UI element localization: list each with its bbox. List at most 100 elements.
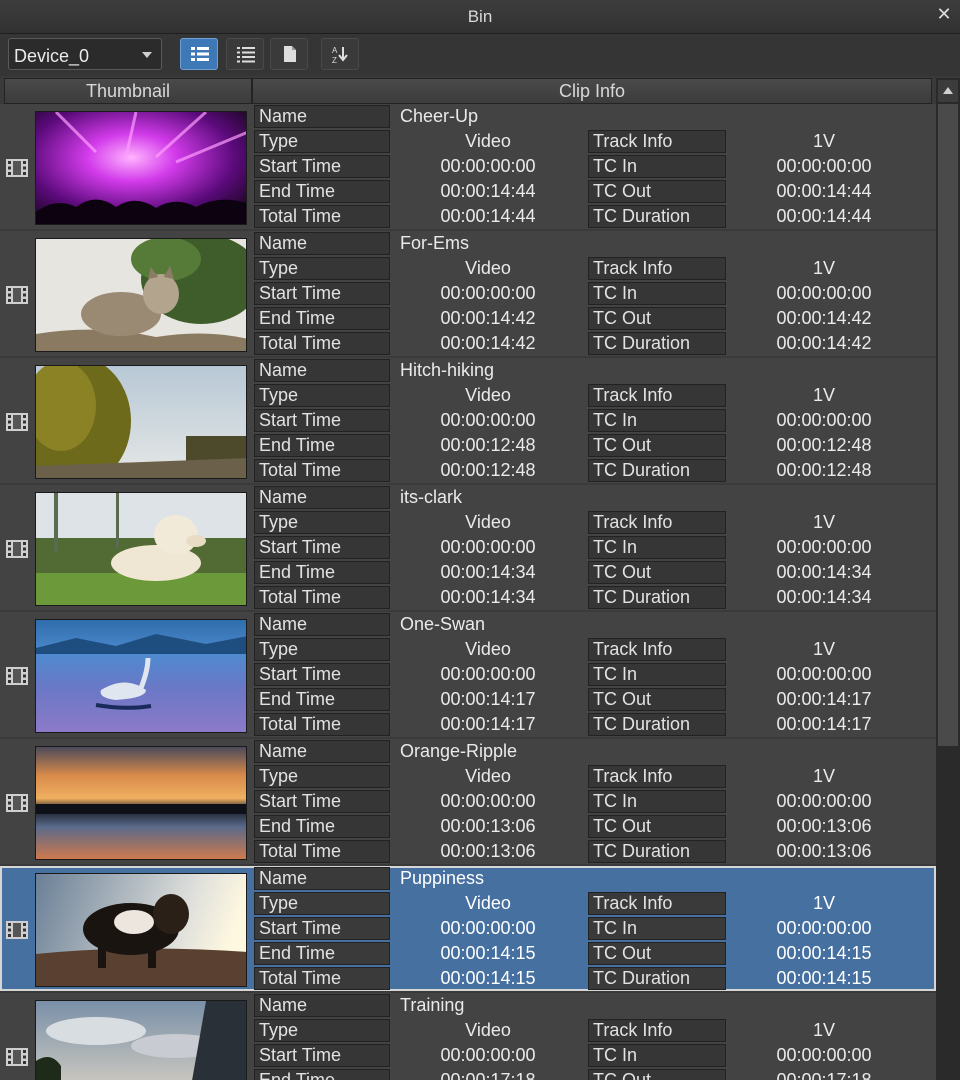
end-time-label: End Time [254, 942, 390, 965]
type-value: Video [465, 1020, 511, 1040]
clip-thumbnail[interactable] [35, 111, 247, 225]
device-dropdown-value: Device_0 [14, 46, 90, 66]
clip-row-6[interactable]: Name Type Start Time End Time Total Time… [0, 866, 936, 991]
clip-thumbnail[interactable] [35, 746, 247, 860]
film-clip-icon [6, 540, 28, 558]
end-time-value: 00:00:14:15 [440, 943, 536, 963]
name-label: Name [254, 105, 390, 128]
tc-duration-value: 00:00:12:48 [776, 460, 872, 480]
clip-thumbnail[interactable] [35, 873, 247, 987]
end-time-value: 00:00:17:18 [440, 1070, 536, 1080]
clip-name-value: One-Swan [400, 614, 486, 634]
name-label: Name [254, 740, 390, 763]
tc-in-value: 00:00:00:00 [776, 918, 872, 938]
clip-thumbnail[interactable] [35, 238, 247, 352]
clip-row-0[interactable]: Name Type Start Time End Time Total Time… [0, 104, 936, 229]
end-time-value: 00:00:14:17 [440, 689, 536, 709]
start-time-label: Start Time [254, 409, 390, 432]
clip-info-column-header[interactable]: Clip Info [252, 78, 932, 104]
document-view-button[interactable] [270, 38, 308, 70]
track-info-value: 1V [812, 1020, 836, 1040]
clip-thumbnail[interactable] [35, 619, 247, 733]
tc-duration-label: TC Duration [588, 586, 726, 609]
tc-duration-value: 00:00:14:17 [776, 714, 872, 734]
start-time-label: Start Time [254, 790, 390, 813]
film-clip-icon [6, 413, 28, 431]
name-label: Name [254, 232, 390, 255]
end-time-label: End Time [254, 1069, 390, 1080]
tc-in-value: 00:00:00:00 [776, 410, 872, 430]
start-time-value: 00:00:00:00 [440, 791, 536, 811]
start-time-value: 00:00:00:00 [440, 664, 536, 684]
sort-button[interactable]: A Z [321, 38, 359, 70]
total-time-label: Total Time [254, 967, 390, 990]
film-clip-icon [6, 286, 28, 304]
tc-in-label: TC In [588, 155, 726, 178]
type-value: Video [465, 893, 511, 913]
tc-duration-value: 00:00:14:44 [776, 206, 872, 226]
clip-info: Name Type Start Time End Time Total Time… [254, 740, 922, 864]
clip-info: Name Type Start Time End Time Total Time… [254, 867, 922, 991]
list-view-button[interactable] [226, 38, 264, 70]
scroll-up-icon[interactable] [938, 80, 958, 102]
tc-out-label: TC Out [588, 688, 726, 711]
tc-in-label: TC In [588, 536, 726, 559]
tc-duration-value: 00:00:14:42 [776, 333, 872, 353]
start-time-value: 00:00:00:00 [440, 283, 536, 303]
film-clip-icon [6, 1048, 28, 1066]
total-time-label: Total Time [254, 713, 390, 736]
end-time-label: End Time [254, 307, 390, 330]
clip-name-value: Cheer-Up [400, 106, 479, 126]
tc-in-label: TC In [588, 917, 726, 940]
tc-out-value: 00:00:13:06 [776, 816, 872, 836]
start-time-label: Start Time [254, 536, 390, 559]
clip-row-2[interactable]: Name Type Start Time End Time Total Time… [0, 358, 936, 483]
total-time-label: Total Time [254, 586, 390, 609]
detail-view-button[interactable] [180, 38, 218, 70]
clip-row-1[interactable]: Name Type Start Time End Time Total Time… [0, 231, 936, 356]
clip-row-5[interactable]: Name Type Start Time End Time Total Time… [0, 739, 936, 864]
track-info-value: 1V [812, 512, 836, 532]
vertical-scrollbar[interactable] [936, 78, 960, 1080]
type-value: Video [465, 766, 511, 786]
clip-row-4[interactable]: Name Type Start Time End Time Total Time… [0, 612, 936, 737]
close-icon[interactable]: ✕ [934, 4, 954, 26]
clip-row-3[interactable]: Name Type Start Time End Time Total Time… [0, 485, 936, 610]
tc-in-value: 00:00:00:00 [776, 283, 872, 303]
end-time-value: 00:00:14:34 [440, 562, 536, 582]
type-value: Video [465, 639, 511, 659]
name-label: Name [254, 994, 390, 1017]
name-label: Name [254, 486, 390, 509]
clip-thumbnail[interactable] [35, 365, 247, 479]
tc-out-label: TC Out [588, 1069, 726, 1080]
total-time-value: 00:00:13:06 [440, 841, 536, 861]
name-label: Name [254, 359, 390, 382]
name-label: Name [254, 867, 390, 890]
total-time-label: Total Time [254, 332, 390, 355]
scroll-thumb[interactable] [938, 104, 958, 746]
tc-out-label: TC Out [588, 434, 726, 457]
tc-out-value: 00:00:14:34 [776, 562, 872, 582]
detail-view-icon [191, 47, 209, 61]
clip-thumbnail[interactable] [35, 1000, 247, 1080]
thumbnail-column-header[interactable]: Thumbnail [4, 78, 252, 104]
track-info-label: Track Info [588, 257, 726, 280]
track-info-label: Track Info [588, 765, 726, 788]
tc-out-value: 00:00:12:48 [776, 435, 872, 455]
tc-in-label: TC In [588, 1044, 726, 1067]
end-time-label: End Time [254, 561, 390, 584]
tc-duration-value: 00:00:14:34 [776, 587, 872, 607]
start-time-label: Start Time [254, 155, 390, 178]
film-clip-icon [6, 667, 28, 685]
clip-row-7[interactable]: Name Type Start Time End Time Total Time… [0, 993, 936, 1080]
clip-thumbnail[interactable] [35, 492, 247, 606]
tc-duration-label: TC Duration [588, 713, 726, 736]
device-dropdown[interactable]: Device_0 [8, 38, 162, 70]
total-time-value: 00:00:14:42 [440, 333, 536, 353]
clip-info: Name Type Start Time End Time Total Time… [254, 486, 922, 610]
type-label: Type [254, 1019, 390, 1042]
tc-out-value: 00:00:14:44 [776, 181, 872, 201]
tc-duration-label: TC Duration [588, 332, 726, 355]
tc-out-value: 00:00:17:18 [776, 1070, 872, 1080]
clip-info: Name Type Start Time End Time Total Time… [254, 105, 922, 229]
